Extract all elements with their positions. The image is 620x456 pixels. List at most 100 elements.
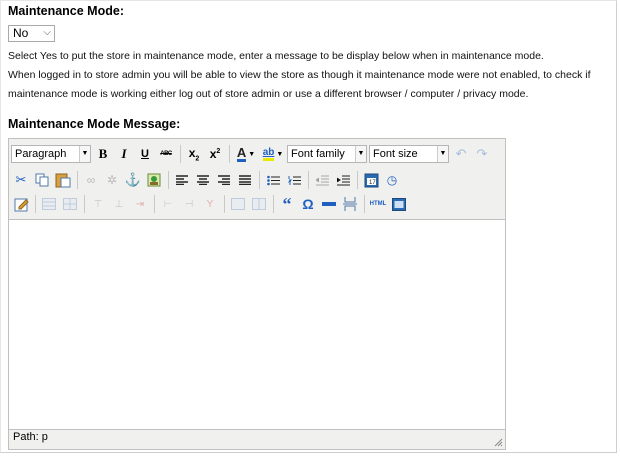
description-line-1: Select Yes to put the store in maintenan… xyxy=(8,50,544,62)
fullscreen-icon xyxy=(392,197,406,211)
html-source-button[interactable]: HTML xyxy=(368,194,388,214)
format-select[interactable]: Paragraph ▼ xyxy=(11,145,91,163)
copy-button[interactable] xyxy=(32,170,52,190)
special-char-button[interactable]: Ω xyxy=(298,194,318,214)
page-break-button[interactable] xyxy=(340,194,360,214)
toolbar-separator xyxy=(180,145,181,163)
maintenance-mode-label: Maintenance Mode: xyxy=(8,4,124,18)
underline-button[interactable]: U xyxy=(135,144,155,164)
merge-cells-button[interactable] xyxy=(249,194,269,214)
chevron-down-icon: ▼ xyxy=(437,146,448,162)
redo-button[interactable]: ↷ xyxy=(472,144,492,164)
col-before-button[interactable]: ⊢ xyxy=(158,194,178,214)
edit-button[interactable] xyxy=(11,194,31,214)
editor-path: Path: p xyxy=(13,431,48,443)
align-left-button[interactable] xyxy=(172,170,192,190)
maintenance-mode-select[interactable]: No ⌵ xyxy=(8,25,55,42)
cut-button[interactable]: ✂ xyxy=(11,170,31,190)
insert-time-button[interactable]: ◷ xyxy=(382,170,402,190)
insert-date-button[interactable]: 17 xyxy=(361,170,381,190)
bold-button[interactable]: B xyxy=(93,144,113,164)
undo-icon: ↶ xyxy=(455,146,467,161)
row-insert-icon: ⊥ xyxy=(114,198,124,210)
row-insert-icon: ⊤ xyxy=(93,198,103,210)
font-size-value: Font size xyxy=(373,148,418,160)
svg-text:17: 17 xyxy=(369,180,376,186)
html-icon: HTML xyxy=(369,201,387,207)
row-before-button[interactable]: ⊤ xyxy=(88,194,108,214)
column-insert-icon: ⊢ xyxy=(163,198,173,210)
outdent-button[interactable] xyxy=(312,170,332,190)
clock-icon: ◷ xyxy=(386,173,398,187)
font-size-select[interactable]: Font size ▼ xyxy=(369,145,449,163)
bullet-list-button[interactable] xyxy=(263,170,283,190)
numbered-list-button[interactable] xyxy=(284,170,304,190)
fullscreen-button[interactable] xyxy=(389,194,409,214)
align-center-button[interactable] xyxy=(193,170,213,190)
align-right-button[interactable] xyxy=(214,170,234,190)
table-props-button[interactable] xyxy=(60,194,80,214)
toolbar-separator xyxy=(259,171,260,189)
subscript-button[interactable]: x2 xyxy=(184,144,204,164)
highlight-color-button[interactable]: ab ▼ xyxy=(260,144,286,164)
table-button[interactable] xyxy=(39,194,59,214)
chevron-down-icon: ▼ xyxy=(79,146,90,162)
strikethrough-button[interactable]: ABC xyxy=(156,144,176,164)
indent-button[interactable] xyxy=(333,170,353,190)
column-delete-icon: Y xyxy=(206,198,214,210)
chevron-down-icon: ⌵ xyxy=(43,27,51,38)
format-select-value: Paragraph xyxy=(15,148,67,160)
font-family-select[interactable]: Font family ▼ xyxy=(287,145,367,163)
font-color-button[interactable]: A ▼ xyxy=(233,144,259,164)
toolbar-separator xyxy=(154,195,155,213)
split-cells-button[interactable] xyxy=(228,194,248,214)
indent-icon xyxy=(336,175,350,185)
row-after-button[interactable]: ⊥ xyxy=(109,194,129,214)
merge-cells-icon xyxy=(252,198,266,210)
link-button[interactable]: ∞ xyxy=(81,170,101,190)
anchor-icon: ⚓ xyxy=(124,172,142,187)
scissors-icon: ✂ xyxy=(15,172,27,187)
bold-icon: B xyxy=(98,146,108,161)
italic-button[interactable]: I xyxy=(114,144,134,164)
underline-icon: U xyxy=(141,148,149,160)
toolbar-row-2: ✂ ∞ ✲ ⚓ 17 ◷ xyxy=(11,169,403,191)
toolbar-separator xyxy=(35,195,36,213)
rich-text-editor: Paragraph ▼ B I U ABC x2 x2 A ▼ ab ▼ Font … xyxy=(8,138,506,450)
horizontal-rule-button[interactable] xyxy=(319,194,339,214)
editor-toolbar: Paragraph ▼ B I U ABC x2 x2 A ▼ ab ▼ Font … xyxy=(9,139,505,219)
toolbar-separator xyxy=(84,195,85,213)
paste-icon xyxy=(55,173,71,188)
delete-row-button[interactable]: ⇥ xyxy=(130,194,150,214)
italic-icon: I xyxy=(121,146,127,161)
delete-col-button[interactable]: Y xyxy=(200,194,220,214)
resize-grip-icon[interactable] xyxy=(493,437,503,447)
maintenance-mode-value: No xyxy=(13,26,29,40)
page-break-icon xyxy=(343,197,357,211)
paste-button[interactable] xyxy=(53,170,73,190)
toolbar-row-3: ⊤ ⊥ ⇥ ⊢ ⊣ Y “ Ω HTML xyxy=(11,193,410,215)
font-color-icon: A xyxy=(236,144,247,162)
quote-icon: “ xyxy=(282,194,292,214)
unlink-button[interactable]: ✲ xyxy=(102,170,122,190)
strikethrough-icon: ABC xyxy=(160,151,172,157)
align-justify-icon xyxy=(239,175,251,185)
col-after-button[interactable]: ⊣ xyxy=(179,194,199,214)
blockquote-button[interactable]: “ xyxy=(277,194,297,214)
numbered-list-icon xyxy=(287,175,301,184)
copy-icon xyxy=(35,173,49,187)
toolbar-separator xyxy=(224,195,225,213)
editor-content-area[interactable] xyxy=(9,219,505,430)
split-cells-icon xyxy=(231,198,245,210)
anchor-button[interactable]: ⚓ xyxy=(123,170,143,190)
toolbar-separator xyxy=(77,171,78,189)
image-button[interactable] xyxy=(144,170,164,190)
table-props-icon xyxy=(63,198,77,210)
maintenance-message-label: Maintenance Mode Message: xyxy=(8,117,181,131)
undo-button[interactable]: ↶ xyxy=(451,144,471,164)
horizontal-rule-icon xyxy=(322,202,336,206)
calendar-icon: 17 xyxy=(364,173,378,187)
align-justify-button[interactable] xyxy=(235,170,255,190)
table-icon xyxy=(42,198,56,210)
superscript-button[interactable]: x2 xyxy=(205,144,225,164)
